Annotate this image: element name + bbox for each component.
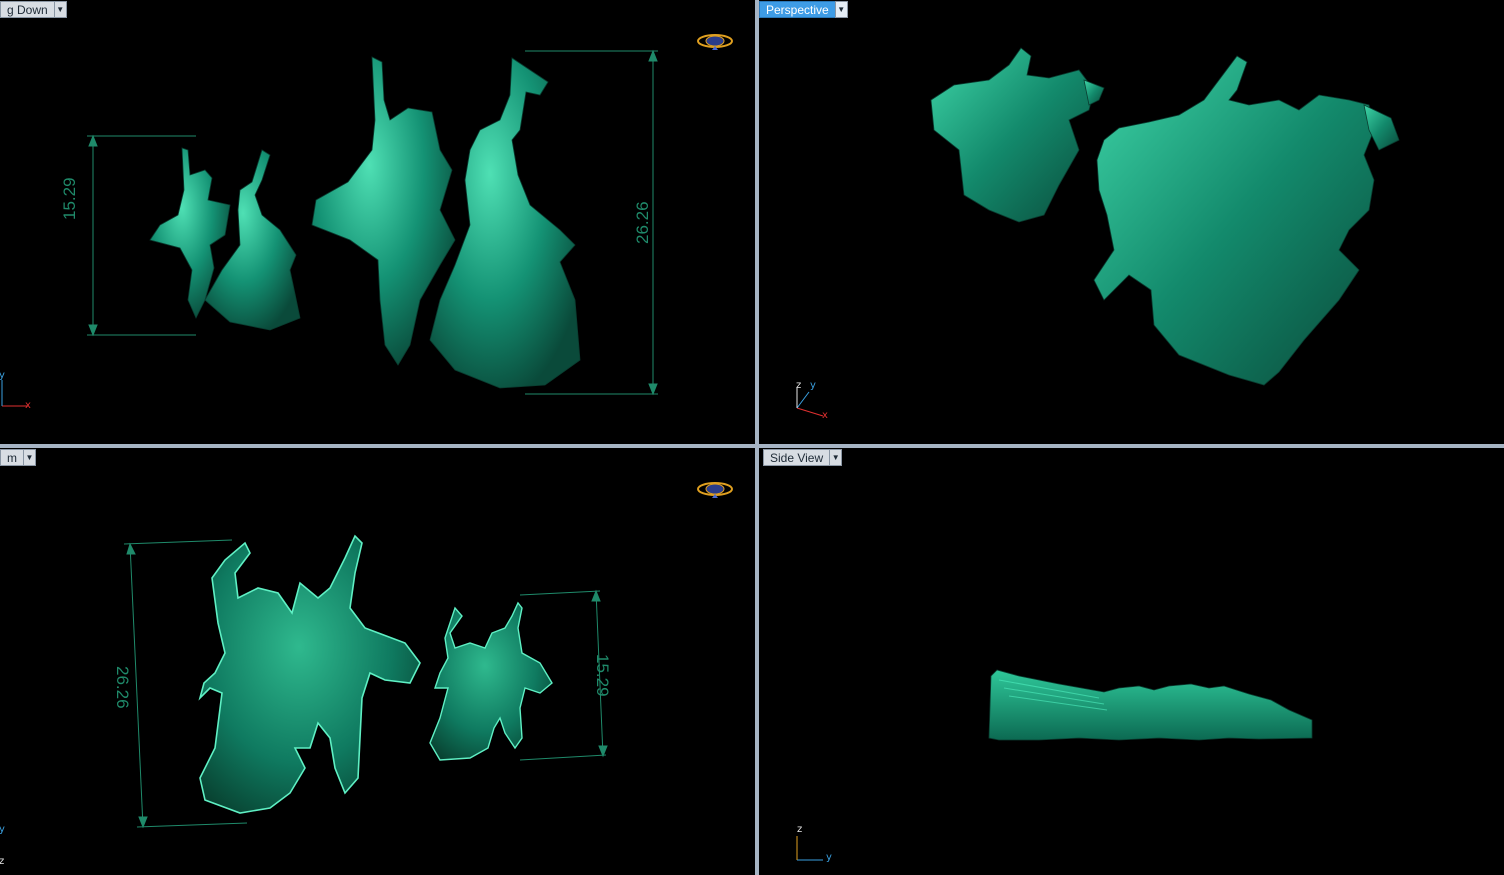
viewport-label[interactable]: m [0, 449, 23, 466]
viewport-label[interactable]: Side View [763, 449, 830, 466]
dimension-label-small: 15.29 [593, 654, 612, 697]
viewport-looking-down[interactable]: g Down ▼ 15.29 26.26 y x [0, 0, 755, 444]
perspective-scene [930, 47, 1400, 386]
viewport-label[interactable]: g Down [0, 1, 54, 18]
viewport-label[interactable]: Perspective [759, 1, 835, 18]
figure-pair-large-perspective [1093, 55, 1400, 386]
axis-label-y: y [810, 380, 816, 391]
chevron-down-icon[interactable]: ▼ [53, 1, 67, 18]
orbit-ring-icon[interactable] [696, 32, 734, 50]
dimension-label-small: 15.29 [60, 177, 79, 220]
axis-label-z: z [796, 380, 802, 391]
dimension-label-large: 26.26 [633, 201, 652, 244]
figure-pair-small-perspective [930, 47, 1105, 223]
viewport-perspective[interactable]: Perspective ▼ z y x [759, 0, 1504, 444]
axis-label-y: y [826, 852, 832, 863]
viewport-tab-bottom[interactable]: m ▼ [0, 449, 36, 466]
dimension-label-large: 26.26 [113, 666, 132, 709]
figure-pair-large [311, 56, 581, 389]
side-view-scene [988, 669, 1313, 741]
axis-label-z: z [797, 824, 803, 835]
four-view-workspace: g Down ▼ 15.29 26.26 y x Perspective ▼ z… [0, 0, 1504, 875]
figure-pair-small [149, 147, 301, 331]
viewport-tab-side-view[interactable]: Side View ▼ [763, 449, 843, 466]
axis-label-y: y [0, 824, 5, 835]
figure-pair-small-bottom [429, 601, 553, 761]
figure-pair-large-bottom [198, 534, 421, 814]
axis-label-x: x [822, 410, 828, 421]
axis-label-x: x [25, 400, 31, 411]
model-side-profile [988, 669, 1313, 741]
orbit-ring-icon[interactable] [696, 480, 734, 498]
axis-label-y: y [0, 370, 5, 381]
viewport-tab-perspective[interactable]: Perspective ▼ [759, 1, 848, 18]
chevron-down-icon[interactable]: ▼ [834, 1, 848, 18]
axis-label-z: z [0, 856, 5, 867]
bottom-scene [123, 534, 608, 829]
chevron-down-icon[interactable]: ▼ [829, 449, 843, 466]
chevron-down-icon[interactable]: ▼ [23, 449, 36, 466]
viewport-bottom[interactable]: m ▼ 26.26 15.29 y z [0, 448, 755, 875]
axis-triad [1, 380, 28, 407]
viewport-side-view[interactable]: Side View ▼ z y [759, 448, 1504, 875]
viewport-tab-looking-down[interactable]: g Down ▼ [0, 1, 67, 18]
